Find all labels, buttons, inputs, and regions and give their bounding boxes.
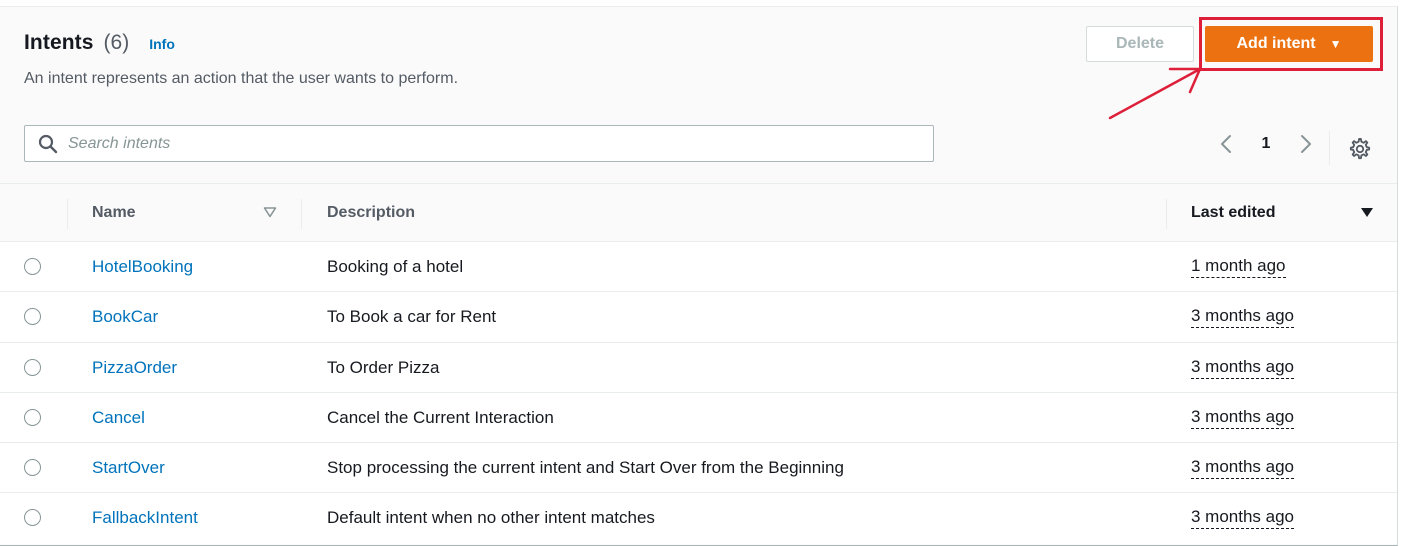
add-intent-label: Add intent [1236, 35, 1316, 52]
last-edited-cell: 3 months ago [1191, 292, 1295, 342]
column-header-name[interactable]: Name [92, 184, 136, 242]
table-row[interactable]: FallbackIntent Default intent when no ot… [0, 493, 1397, 544]
chevron-right-icon[interactable] [1294, 133, 1316, 155]
intent-description: Cancel the Current Interaction [327, 407, 554, 427]
intent-name-link[interactable]: FallbackIntent [92, 493, 198, 543]
intents-panel: Intents (6) Info An intent represents an… [0, 6, 1398, 546]
intent-name-link[interactable]: Cancel [92, 393, 145, 443]
row-select-radio[interactable] [24, 509, 41, 527]
column-divider [301, 199, 302, 229]
row-select-radio[interactable] [24, 459, 41, 477]
last-edited-cell: 1 month ago [1191, 242, 1286, 292]
intent-name-link[interactable]: PizzaOrder [92, 343, 177, 393]
table-row[interactable]: BookCar To Book a car for Rent 3 months … [0, 292, 1397, 343]
intent-name-link[interactable]: StartOver [92, 443, 165, 493]
search-icon [38, 134, 58, 153]
column-header-description: Description [327, 204, 416, 221]
row-select-radio[interactable] [24, 408, 41, 426]
column-divider [1166, 199, 1167, 229]
pager-divider [1329, 131, 1330, 165]
current-page[interactable]: 1 [1238, 135, 1294, 153]
page-description: An intent represents an action that the … [24, 70, 459, 87]
last-edited-value: 1 month ago [1191, 256, 1286, 278]
intents-header: Intents (6) Info An intent represents an… [0, 7, 1397, 183]
last-edited-cell: 3 months ago [1191, 393, 1295, 443]
last-edited-value: 3 months ago [1191, 457, 1295, 480]
search-field[interactable] [24, 125, 934, 162]
last-edited-value: 3 months ago [1191, 306, 1295, 329]
intent-name-link[interactable]: HotelBooking [92, 242, 193, 292]
last-edited-cell: 3 months ago [1191, 443, 1295, 493]
delete-button[interactable]: Delete [1086, 26, 1194, 62]
intent-description: Default intent when no other intent matc… [327, 508, 655, 528]
gear-icon[interactable] [1349, 138, 1371, 160]
last-edited-value: 3 months ago [1191, 507, 1295, 530]
table-row[interactable]: HotelBooking Booking of a hotel 1 month … [0, 242, 1397, 293]
caret-down-icon: ▼ [1329, 37, 1342, 51]
intent-description: Booking of a hotel [327, 257, 464, 276]
intent-description: To Book a car for Rent [327, 307, 497, 327]
sort-triangle-icon[interactable] [263, 205, 277, 219]
intent-description: Stop processing the current intent and S… [327, 458, 844, 478]
last-edited-value: 3 months ago [1191, 407, 1295, 429]
row-select-radio[interactable] [24, 308, 41, 326]
table-header: Name Description Last edited [0, 183, 1397, 242]
chevron-left-icon[interactable] [1216, 133, 1238, 155]
row-select-radio[interactable] [24, 358, 41, 376]
table-row[interactable]: Cancel Cancel the Current Interaction 3 … [0, 392, 1397, 444]
intents-table: Name Description Last edited HotelBookin… [0, 183, 1397, 544]
table-row[interactable]: PizzaOrder To Order Pizza 3 months ago [0, 342, 1397, 393]
last-edited-cell: 3 months ago [1191, 493, 1295, 543]
search-input[interactable] [68, 134, 908, 153]
last-edited-cell: 3 months ago [1191, 343, 1295, 393]
annotation-arrow-icon [1108, 67, 1202, 120]
last-edited-value: 3 months ago [1191, 357, 1295, 379]
table-row[interactable]: StartOver Stop processing the current in… [0, 443, 1397, 494]
title-row: Intents (6) Info [24, 31, 175, 59]
column-header-last-edited[interactable]: Last edited [1191, 184, 1275, 242]
column-divider [67, 199, 68, 229]
row-select-radio[interactable] [24, 258, 41, 275]
pagination: 1 [1216, 129, 1316, 159]
intent-description: To Order Pizza [327, 357, 440, 377]
sort-desc-icon[interactable] [1360, 205, 1374, 219]
add-intent-button[interactable]: Add intent ▼ [1205, 26, 1373, 62]
info-link[interactable]: Info [149, 36, 175, 52]
page-title: Intents [24, 31, 94, 54]
intent-count: (6) [103, 31, 130, 54]
intent-name-link[interactable]: BookCar [92, 292, 158, 342]
table-body: HotelBooking Booking of a hotel 1 month … [0, 242, 1397, 544]
